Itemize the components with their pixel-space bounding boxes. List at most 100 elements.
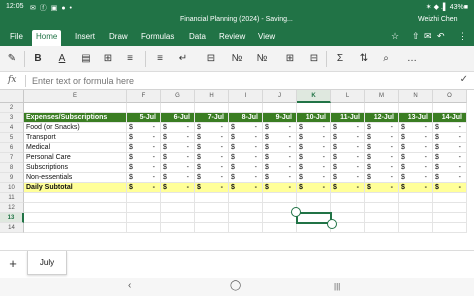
bold-icon[interactable]: B [30, 51, 46, 67]
expense-value-cell[interactable]: $ - [433, 133, 467, 143]
expense-value-cell[interactable]: $ - [127, 173, 161, 183]
lightbulb-icon[interactable]: ☆ [391, 31, 399, 42]
expense-value-cell[interactable]: $ - [433, 173, 467, 183]
cell-h12[interactable] [195, 203, 229, 213]
column-header-e[interactable]: E [24, 90, 127, 103]
column-header-f[interactable]: F [127, 90, 161, 103]
cell-h2[interactable] [195, 103, 229, 113]
undo-icon[interactable]: ↶ [437, 31, 445, 42]
tab-data[interactable]: Data [185, 30, 210, 46]
subtotal-value-cell[interactable]: $ - [229, 183, 263, 193]
row-header-12[interactable]: 12 [0, 203, 24, 213]
expense-value-cell[interactable]: $ - [127, 133, 161, 143]
row-header-13[interactable]: 13 [0, 213, 24, 223]
date-header-cell[interactable]: 12-Jul [365, 113, 399, 123]
expense-label-cell[interactable]: Medical [24, 143, 127, 153]
column-header-j[interactable]: J [263, 90, 297, 103]
expense-value-cell[interactable]: $ - [263, 153, 297, 163]
tab-draw[interactable]: Draw [105, 30, 132, 46]
borders-icon[interactable]: ⊞ [100, 51, 116, 67]
cell-e2[interactable] [24, 103, 127, 113]
cell-h14[interactable] [195, 223, 229, 233]
function-icon[interactable]: fx [8, 75, 16, 85]
row-header-2[interactable]: 2 [0, 103, 24, 113]
cell-n13[interactable] [399, 213, 433, 223]
cell-l11[interactable] [331, 193, 365, 203]
subtotal-value-cell[interactable]: $ - [263, 183, 297, 193]
expense-value-cell[interactable]: $ - [229, 163, 263, 173]
date-header-cell[interactable]: 10-Jul [297, 113, 331, 123]
expense-value-cell[interactable]: $ - [263, 143, 297, 153]
expense-label-cell[interactable]: Transport [24, 133, 127, 143]
back-icon[interactable]: ‹ [128, 280, 131, 291]
date-header-cell[interactable]: 6-Jul [161, 113, 195, 123]
font-color-icon[interactable]: A [54, 51, 70, 67]
date-header-cell[interactable]: 13-Jul [399, 113, 433, 123]
row-header-5[interactable]: 5 [0, 133, 24, 143]
cell-o12[interactable] [433, 203, 467, 213]
selection-handle-end[interactable] [327, 219, 337, 229]
column-header-g[interactable]: G [161, 90, 195, 103]
sheet-tab-july[interactable]: July [27, 251, 67, 275]
row-header-6[interactable]: 6 [0, 143, 24, 153]
cell-n14[interactable] [399, 223, 433, 233]
number-format-icon[interactable]: № [229, 51, 245, 67]
find-icon[interactable]: ⌕ [378, 51, 394, 67]
expense-value-cell[interactable]: $ - [229, 153, 263, 163]
expense-value-cell[interactable]: $ - [263, 163, 297, 173]
sort-filter-icon[interactable]: ⇅ [356, 51, 372, 67]
subtotal-value-cell[interactable]: $ - [331, 183, 365, 193]
cell-i13[interactable] [229, 213, 263, 223]
row-header-4[interactable]: 4 [0, 123, 24, 133]
cell-f2[interactable] [127, 103, 161, 113]
row-header-11[interactable]: 11 [0, 193, 24, 203]
cell-m12[interactable] [365, 203, 399, 213]
expense-value-cell[interactable]: $ - [331, 163, 365, 173]
expense-label-cell[interactable]: Personal Care [24, 153, 127, 163]
expense-value-cell[interactable]: $ - [297, 123, 331, 133]
date-header-cell[interactable]: 8-Jul [229, 113, 263, 123]
tab-insert[interactable]: Insert [71, 30, 99, 46]
more-options-icon[interactable]: ⋮ [458, 31, 467, 42]
expense-value-cell[interactable]: $ - [433, 153, 467, 163]
cell-e11[interactable] [24, 193, 127, 203]
tab-review[interactable]: Review [215, 30, 249, 46]
expense-label-cell[interactable]: Non-essentials [24, 173, 127, 183]
comment-icon[interactable]: ✉ [424, 31, 432, 42]
row-header-9[interactable]: 9 [0, 173, 24, 183]
cell-e13[interactable] [24, 213, 127, 223]
expense-value-cell[interactable]: $ - [161, 163, 195, 173]
cell-k2[interactable] [297, 103, 331, 113]
expense-value-cell[interactable]: $ - [127, 153, 161, 163]
ribbon-more-icon[interactable]: … [404, 51, 420, 67]
date-header-cell[interactable]: 14-Jul [433, 113, 467, 123]
expense-value-cell[interactable]: $ - [365, 133, 399, 143]
cell-j11[interactable] [263, 193, 297, 203]
cell-l2[interactable] [331, 103, 365, 113]
expense-value-cell[interactable]: $ - [195, 133, 229, 143]
expense-value-cell[interactable]: $ - [161, 143, 195, 153]
subtotal-value-cell[interactable]: $ - [297, 183, 331, 193]
date-header-cell[interactable]: 7-Jul [195, 113, 229, 123]
worksheet-grid[interactable]: E F G H I J K L M N O 2 3 4 5 6 7 8 9 10 11 12 13 14 Expenses/Su… [0, 90, 474, 250]
expense-value-cell[interactable]: $ - [365, 123, 399, 133]
align-icon[interactable]: ≡ [122, 51, 138, 67]
cell-n2[interactable] [399, 103, 433, 113]
column-header-h[interactable]: H [195, 90, 229, 103]
expense-value-cell[interactable]: $ - [331, 123, 365, 133]
row-header-14[interactable]: 14 [0, 223, 24, 233]
expense-value-cell[interactable]: $ - [229, 133, 263, 143]
expense-value-cell[interactable]: $ - [263, 173, 297, 183]
expense-value-cell[interactable]: $ - [399, 163, 433, 173]
cell-j2[interactable] [263, 103, 297, 113]
expense-value-cell[interactable]: $ - [263, 133, 297, 143]
expense-value-cell[interactable]: $ - [365, 163, 399, 173]
autosum-icon[interactable]: Σ [332, 51, 348, 67]
selection-handle-start[interactable] [291, 207, 301, 217]
cell-i14[interactable] [229, 223, 263, 233]
expense-value-cell[interactable]: $ - [399, 143, 433, 153]
expense-value-cell[interactable]: $ - [297, 133, 331, 143]
expense-value-cell[interactable]: $ - [399, 123, 433, 133]
cell-m11[interactable] [365, 193, 399, 203]
expense-value-cell[interactable]: $ - [297, 143, 331, 153]
